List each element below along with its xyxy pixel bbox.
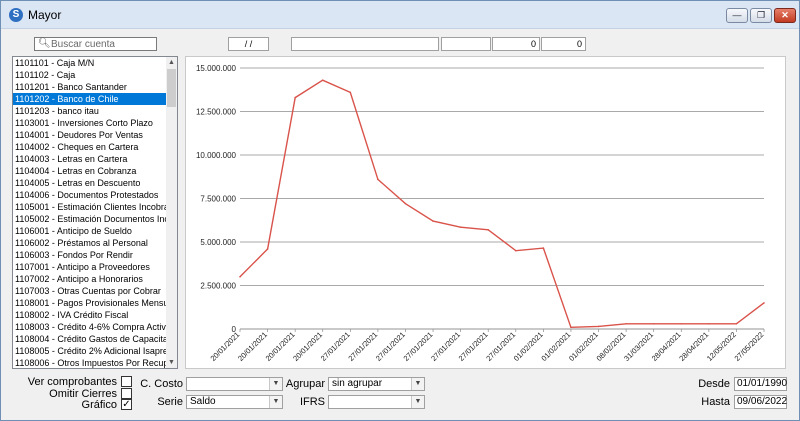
y-tick-label: 7.500.000: [200, 195, 236, 204]
account-list-item[interactable]: 1104002 - Cheques en Cartera: [13, 141, 167, 153]
account-list-item[interactable]: 1104005 - Letras en Descuento: [13, 177, 167, 189]
account-list-item[interactable]: 1105002 - Estimación Documentos Incobrab…: [13, 213, 167, 225]
account-list-item[interactable]: 1101203 - banco itau: [13, 105, 167, 117]
ifrs-label: IFRS: [299, 396, 325, 408]
chevron-down-icon[interactable]: ▼: [411, 396, 424, 408]
account-list-items: 1101101 - Caja M/N 1101102 - Caja 1101201 …: [13, 57, 167, 368]
title-bar[interactable]: S Mayor — ❐ ✕: [1, 1, 799, 29]
account-list-item[interactable]: 1106003 - Fondos Por Rendir: [13, 249, 167, 261]
serie-combo[interactable]: Saldo ▼: [186, 395, 283, 409]
account-list-item[interactable]: 1105001 - Estimación Clientes Incobrable…: [13, 201, 167, 213]
data-point: [763, 302, 765, 304]
account-list-item[interactable]: 1103001 - Inversiones Corto Plazo: [13, 117, 167, 129]
count-field-2[interactable]: 0: [541, 37, 586, 51]
data-point: [404, 202, 407, 205]
ifrs-combo[interactable]: ▼: [328, 395, 425, 409]
account-list-item[interactable]: 1107003 - Otras Cuentas por Cobrar: [13, 285, 167, 297]
scroll-thumb[interactable]: [167, 69, 176, 107]
y-tick-label: 10.000.000: [196, 151, 237, 160]
account-list-item[interactable]: 1108004 - Crédito Gastos de Capacitación: [13, 333, 167, 345]
chart-svg: 02.500.0005.000.0007.500.00010.000.00012…: [196, 64, 766, 363]
data-point: [239, 276, 241, 278]
app-logo-icon: S: [9, 8, 23, 22]
data-point: [487, 229, 490, 231]
text-field-2[interactable]: [291, 37, 439, 51]
account-list-item[interactable]: 1108002 - IVA Crédito Fiscal: [13, 309, 167, 321]
account-list-item[interactable]: 1108005 - Crédito 2% Adicional Isapre: [13, 345, 167, 357]
data-point: [570, 326, 572, 329]
data-point: [459, 226, 462, 229]
account-list-item[interactable]: 1104006 - Documentos Protestados: [13, 189, 167, 201]
serie-value: Saldo: [190, 396, 216, 407]
agrupar-combo[interactable]: sin agrupar ▼: [328, 377, 425, 391]
y-tick-label: 2.500.000: [200, 282, 236, 291]
account-list-scrollbar[interactable]: ▲ ▼: [166, 57, 177, 368]
account-list-item[interactable]: 1104003 - Letras en Cartera: [13, 153, 167, 165]
agrupar-value: sin agrupar: [332, 378, 383, 389]
account-list-item[interactable]: 1106001 - Anticipo de Sueldo: [13, 225, 167, 237]
text-field-3[interactable]: [441, 37, 491, 51]
close-button[interactable]: ✕: [774, 8, 796, 23]
search-box[interactable]: 🔍︎: [34, 37, 157, 51]
account-list-item[interactable]: 1108006 - Otros Impuestos Por Recuperar: [13, 357, 167, 368]
account-list-item[interactable]: 1106002 - Préstamos al Personal: [13, 237, 167, 249]
data-point: [294, 96, 296, 99]
search-input[interactable]: [51, 38, 155, 50]
account-list-item[interactable]: 1107001 - Anticipo a Proveedores: [13, 261, 167, 273]
account-list-item[interactable]: 1104001 - Deudores Por Ventas: [13, 129, 167, 141]
y-tick-label: 5.000.000: [200, 238, 236, 247]
account-list-item[interactable]: 1108001 - Pagos Provisionales Mensuales: [13, 297, 167, 309]
data-point: [652, 322, 655, 325]
y-tick-label: 12.500.000: [196, 108, 237, 117]
account-list-item[interactable]: 1107002 - Anticipo a Honorarios: [13, 273, 167, 285]
account-list-item[interactable]: 1101102 - Caja: [13, 69, 167, 81]
account-list-item[interactable]: 1101202 - Banco de Chile: [13, 93, 167, 105]
magnifier-icon: 🔍︎: [38, 38, 51, 49]
c-costo-label: C. Costo: [140, 378, 183, 390]
data-point: [680, 322, 683, 325]
hasta-field[interactable]: 09/06/2022: [734, 395, 787, 409]
balance-chart: 0 2.500.000 5.000.000 7.500.000 10.000.000 12…: [185, 56, 786, 369]
mayor-window: S Mayor — ❐ ✕ 🔍︎ / / 0 0 1101101 - Caja …: [0, 0, 800, 421]
window-title: Mayor: [28, 8, 62, 22]
count-field-1[interactable]: 0: [492, 37, 540, 51]
data-point: [735, 322, 738, 325]
hasta-label: Hasta: [701, 396, 730, 408]
account-list-item[interactable]: 1104004 - Letras en Cobranza: [13, 165, 167, 177]
data-point: [542, 247, 545, 249]
restore-button[interactable]: ❐: [750, 8, 772, 23]
account-list-item[interactable]: 1101201 - Banco Santander: [13, 81, 167, 93]
data-point: [514, 249, 517, 252]
scroll-down-icon[interactable]: ▼: [166, 357, 177, 368]
data-point: [349, 91, 352, 94]
agrupar-label: Agrupar: [285, 378, 325, 390]
data-point: [432, 220, 434, 222]
account-list-item[interactable]: 1108003 - Crédito 4-6% Compra Activo: [13, 321, 167, 333]
serie-label: Serie: [157, 396, 183, 408]
data-point: [597, 325, 600, 328]
minimize-button[interactable]: —: [726, 8, 748, 23]
account-list-item[interactable]: 1101101 - Caja M/N: [13, 57, 167, 69]
y-tick-label: 15.000.000: [196, 64, 237, 73]
data-point: [377, 178, 379, 181]
data-point: [321, 79, 324, 81]
x-tick-label: 27/05/2022: [733, 330, 766, 363]
data-point: [625, 322, 627, 325]
grafico-label: Gráfico: [81, 399, 117, 411]
c-costo-combo[interactable]: ▼: [186, 377, 283, 391]
desde-label: Desde: [698, 378, 730, 390]
account-list[interactable]: 1101101 - Caja M/N 1101102 - Caja 1101201 …: [12, 56, 178, 369]
desde-field[interactable]: 01/01/1990: [734, 377, 787, 391]
series-line: [239, 79, 765, 329]
date-field[interactable]: / /: [228, 37, 269, 51]
scroll-up-icon[interactable]: ▲: [166, 57, 177, 68]
chevron-down-icon[interactable]: ▼: [411, 378, 424, 390]
data-point: [266, 248, 269, 250]
data-point: [708, 322, 710, 325]
